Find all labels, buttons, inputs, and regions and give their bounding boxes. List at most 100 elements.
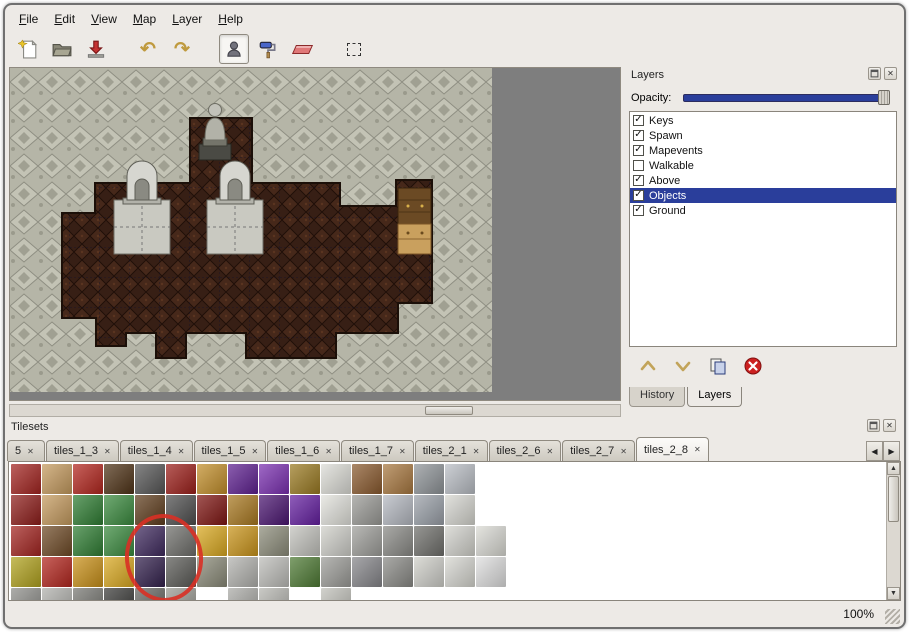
tile[interactable] bbox=[290, 526, 320, 556]
layer-checkbox[interactable] bbox=[633, 160, 644, 171]
undo-button[interactable]: ↶ bbox=[133, 34, 163, 64]
tileset-tab-tiles_1_4[interactable]: tiles_1_4 ✕ bbox=[120, 440, 193, 461]
tab-close-icon[interactable]: ✕ bbox=[694, 445, 701, 454]
tile[interactable] bbox=[197, 526, 227, 556]
tile[interactable] bbox=[228, 557, 258, 587]
menu-file[interactable]: File bbox=[11, 9, 46, 29]
stamp-tool-button[interactable] bbox=[219, 34, 249, 64]
tile[interactable] bbox=[321, 464, 351, 494]
layer-list[interactable]: ✓ Keys ✓ Spawn ✓ Mapevents Walkable ✓ bbox=[629, 111, 897, 347]
resize-grip[interactable] bbox=[885, 609, 900, 624]
tile[interactable] bbox=[197, 495, 227, 525]
tileset-vertical-scrollbar[interactable]: ▲ ▼ bbox=[886, 462, 900, 600]
tileset-tab-tiles_1_7[interactable]: tiles_1_7 ✕ bbox=[341, 440, 414, 461]
menu-view[interactable]: View bbox=[83, 9, 125, 29]
tile[interactable] bbox=[321, 495, 351, 525]
lower-layer-button[interactable] bbox=[672, 355, 694, 377]
tile[interactable] bbox=[11, 464, 41, 494]
tile[interactable] bbox=[259, 588, 289, 601]
layer-checkbox[interactable]: ✓ bbox=[633, 115, 644, 126]
layer-row-mapevents[interactable]: ✓ Mapevents bbox=[630, 143, 896, 158]
tile[interactable] bbox=[73, 526, 103, 556]
tile[interactable] bbox=[352, 526, 382, 556]
tile[interactable] bbox=[166, 526, 196, 556]
tile[interactable] bbox=[104, 526, 134, 556]
float-panel-button[interactable] bbox=[868, 67, 881, 80]
tileset-tab-tiles_1_3[interactable]: tiles_1_3 ✕ bbox=[46, 440, 119, 461]
tile[interactable] bbox=[352, 464, 382, 494]
layer-row-above[interactable]: ✓ Above bbox=[630, 173, 896, 188]
tab-close-icon[interactable]: ✕ bbox=[473, 447, 480, 456]
tab-history[interactable]: History bbox=[629, 387, 685, 407]
eraser-tool-button[interactable] bbox=[287, 34, 317, 64]
tile[interactable] bbox=[42, 588, 72, 601]
opacity-slider-track[interactable] bbox=[683, 94, 887, 102]
select-tool-button[interactable] bbox=[339, 34, 369, 64]
tile[interactable] bbox=[42, 557, 72, 587]
tileset-tab-tiles_2_8[interactable]: tiles_2_8 ✕ bbox=[636, 437, 709, 461]
tile[interactable] bbox=[197, 464, 227, 494]
tile[interactable] bbox=[445, 526, 475, 556]
tileset-content[interactable]: ▲ ▼ bbox=[8, 461, 901, 601]
tile[interactable] bbox=[166, 495, 196, 525]
tile[interactable] bbox=[11, 557, 41, 587]
layer-checkbox[interactable]: ✓ bbox=[633, 190, 644, 201]
tile[interactable] bbox=[445, 557, 475, 587]
tileset-tab-tiles_2_1[interactable]: tiles_2_1 ✕ bbox=[415, 440, 488, 461]
tile[interactable] bbox=[476, 526, 506, 556]
save-button[interactable] bbox=[81, 34, 111, 64]
tileset-tab-tiles_1_6[interactable]: tiles_1_6 ✕ bbox=[267, 440, 340, 461]
tab-close-icon[interactable]: ✕ bbox=[325, 447, 332, 456]
tile[interactable] bbox=[321, 526, 351, 556]
new-button[interactable] bbox=[13, 34, 43, 64]
scroll-down-button[interactable]: ▼ bbox=[887, 587, 900, 600]
opacity-slider-handle[interactable] bbox=[878, 90, 890, 105]
layer-row-spawn[interactable]: ✓ Spawn bbox=[630, 128, 896, 143]
tile[interactable] bbox=[321, 557, 351, 587]
tile[interactable] bbox=[383, 557, 413, 587]
tile[interactable] bbox=[290, 557, 320, 587]
tile[interactable] bbox=[383, 495, 413, 525]
delete-layer-button[interactable] bbox=[742, 355, 764, 377]
tile[interactable] bbox=[290, 464, 320, 494]
menu-layer[interactable]: Layer bbox=[164, 9, 210, 29]
layer-checkbox[interactable]: ✓ bbox=[633, 145, 644, 156]
layer-checkbox[interactable]: ✓ bbox=[633, 175, 644, 186]
tile[interactable] bbox=[383, 464, 413, 494]
tabs-scroll-right-button[interactable]: ▶ bbox=[883, 441, 900, 461]
tile[interactable] bbox=[73, 495, 103, 525]
map-horizontal-scrollbar[interactable] bbox=[9, 404, 621, 417]
close-panel-button[interactable]: ✕ bbox=[884, 67, 897, 80]
tile[interactable] bbox=[135, 588, 165, 601]
tileset-tab-tiles_2_6[interactable]: tiles_2_6 ✕ bbox=[489, 440, 562, 461]
tile[interactable] bbox=[135, 464, 165, 494]
tile[interactable] bbox=[445, 495, 475, 525]
tile[interactable] bbox=[321, 588, 351, 601]
layer-row-walkable[interactable]: Walkable bbox=[630, 158, 896, 173]
float-panel-button[interactable] bbox=[867, 419, 880, 432]
map-canvas[interactable] bbox=[10, 68, 620, 400]
layer-checkbox[interactable]: ✓ bbox=[633, 130, 644, 141]
tile[interactable] bbox=[228, 464, 258, 494]
tile[interactable] bbox=[11, 495, 41, 525]
tile[interactable] bbox=[476, 557, 506, 587]
tabs-scroll-left-button[interactable]: ◀ bbox=[866, 441, 883, 461]
menu-edit[interactable]: Edit bbox=[46, 9, 83, 29]
layer-row-ground[interactable]: ✓ Ground bbox=[630, 203, 896, 218]
tile[interactable] bbox=[166, 588, 196, 601]
tile[interactable] bbox=[135, 557, 165, 587]
tile[interactable] bbox=[383, 526, 413, 556]
map-viewport[interactable] bbox=[9, 67, 621, 401]
tab-close-icon[interactable]: ✕ bbox=[27, 447, 34, 456]
open-button[interactable] bbox=[47, 34, 77, 64]
tab-close-icon[interactable]: ✕ bbox=[399, 447, 406, 456]
tile[interactable] bbox=[352, 557, 382, 587]
tile[interactable] bbox=[104, 464, 134, 494]
tileset-tab-tiles_2_7[interactable]: tiles_2_7 ✕ bbox=[562, 440, 635, 461]
tile[interactable] bbox=[11, 588, 41, 601]
tab-close-icon[interactable]: ✕ bbox=[252, 447, 259, 456]
duplicate-layer-button[interactable] bbox=[707, 355, 729, 377]
tile[interactable] bbox=[42, 526, 72, 556]
opacity-slider[interactable] bbox=[683, 94, 887, 102]
close-panel-button[interactable]: ✕ bbox=[883, 419, 896, 432]
